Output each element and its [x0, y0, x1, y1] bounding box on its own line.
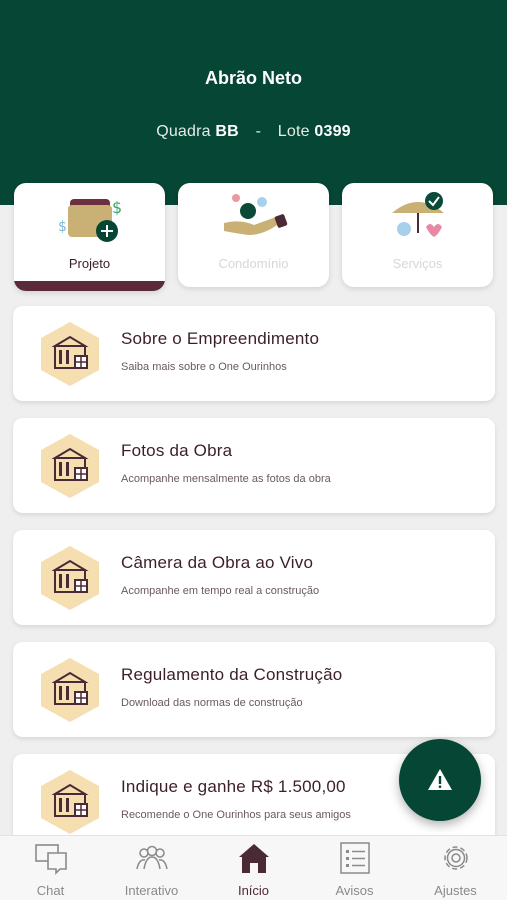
active-indicator [14, 281, 165, 291]
tab-ajustes[interactable]: Ajustes [405, 836, 506, 900]
lot-info: Quadra BB - Lote 0399 [0, 123, 507, 141]
alert-fab-button[interactable] [399, 739, 481, 821]
chat-icon [35, 844, 67, 875]
lote-value: 0399 [314, 123, 351, 140]
people-icon [136, 845, 168, 870]
lote-label: Lote [277, 123, 310, 140]
quadra-label: Quadra [156, 123, 211, 140]
tab-chat[interactable]: Chat [0, 836, 101, 900]
header: Abrão Neto Quadra BB - Lote 0399 [0, 0, 507, 205]
card-fotos-obra[interactable]: Fotos da Obra Acompanhe mensalmente as f… [13, 418, 495, 513]
building-hexagon-icon [41, 658, 99, 722]
gear-icon [444, 846, 468, 870]
card-subtitle: Download das normas de construção [121, 697, 303, 709]
card-subtitle: Acompanhe mensalmente as fotos da obra [121, 473, 331, 485]
card-subtitle: Acompanhe em tempo real a construção [121, 585, 320, 597]
card-title: Fotos da Obra [121, 441, 233, 460]
tab-avisos[interactable]: Avisos [304, 836, 405, 900]
tab-inicio[interactable]: Início [203, 836, 304, 900]
tab-label: Avisos [335, 883, 374, 898]
card-subtitle: Recomende o One Ourinhos para seus amigo… [121, 809, 351, 821]
building-hexagon-icon [41, 322, 99, 386]
card-title: Indique e ganhe R$ 1.500,00 [121, 777, 346, 796]
card-title: Câmera da Obra ao Vivo [121, 553, 314, 572]
hand-coins-icon [224, 194, 288, 235]
card-subtitle: Saiba mais sobre o One Ourinhos [121, 361, 287, 373]
svg-text:$: $ [58, 219, 67, 235]
tab-label: Ajustes [434, 883, 477, 898]
category-label: Condomínio [218, 256, 289, 271]
card-regulamento-construcao[interactable]: Regulamento da Construção Download das n… [13, 642, 495, 737]
bottom-tab-bar: Chat Interativo Início Avisos Ajustes [0, 835, 507, 900]
category-condominio[interactable]: Condomínio [178, 183, 329, 287]
lot-separator: - [255, 123, 262, 140]
user-name: Abrão Neto [204, 68, 302, 88]
quadra-value: BB [215, 123, 239, 140]
card-camera-obra[interactable]: Câmera da Obra ao Vivo Acompanhe em temp… [13, 530, 495, 625]
building-hexagon-icon [41, 434, 99, 498]
building-hexagon-icon [41, 770, 99, 834]
card-title: Regulamento da Construção [121, 665, 343, 684]
home-icon [239, 844, 269, 873]
category-label: Projeto [68, 256, 111, 271]
wallet-money-icon: $ $ [58, 198, 122, 242]
building-hexagon-icon [41, 546, 99, 610]
tab-label: Interativo [124, 883, 179, 898]
card-sobre-empreendimento[interactable]: Sobre o Empreendimento Saiba mais sobre … [13, 306, 495, 401]
umbrella-shield-heart-icon [392, 192, 444, 237]
category-servicos[interactable]: Serviços [342, 183, 493, 287]
list-icon [340, 842, 370, 874]
category-label: Serviços [392, 256, 443, 271]
category-projeto[interactable]: $ $ Projeto [14, 183, 165, 291]
card-title: Sobre o Empreendimento [121, 329, 320, 348]
tab-label: Início [237, 883, 270, 898]
tab-label: Chat [36, 883, 65, 898]
tab-interativo[interactable]: Interativo [101, 836, 202, 900]
svg-text:$: $ [112, 198, 122, 217]
warning-icon [428, 769, 452, 790]
